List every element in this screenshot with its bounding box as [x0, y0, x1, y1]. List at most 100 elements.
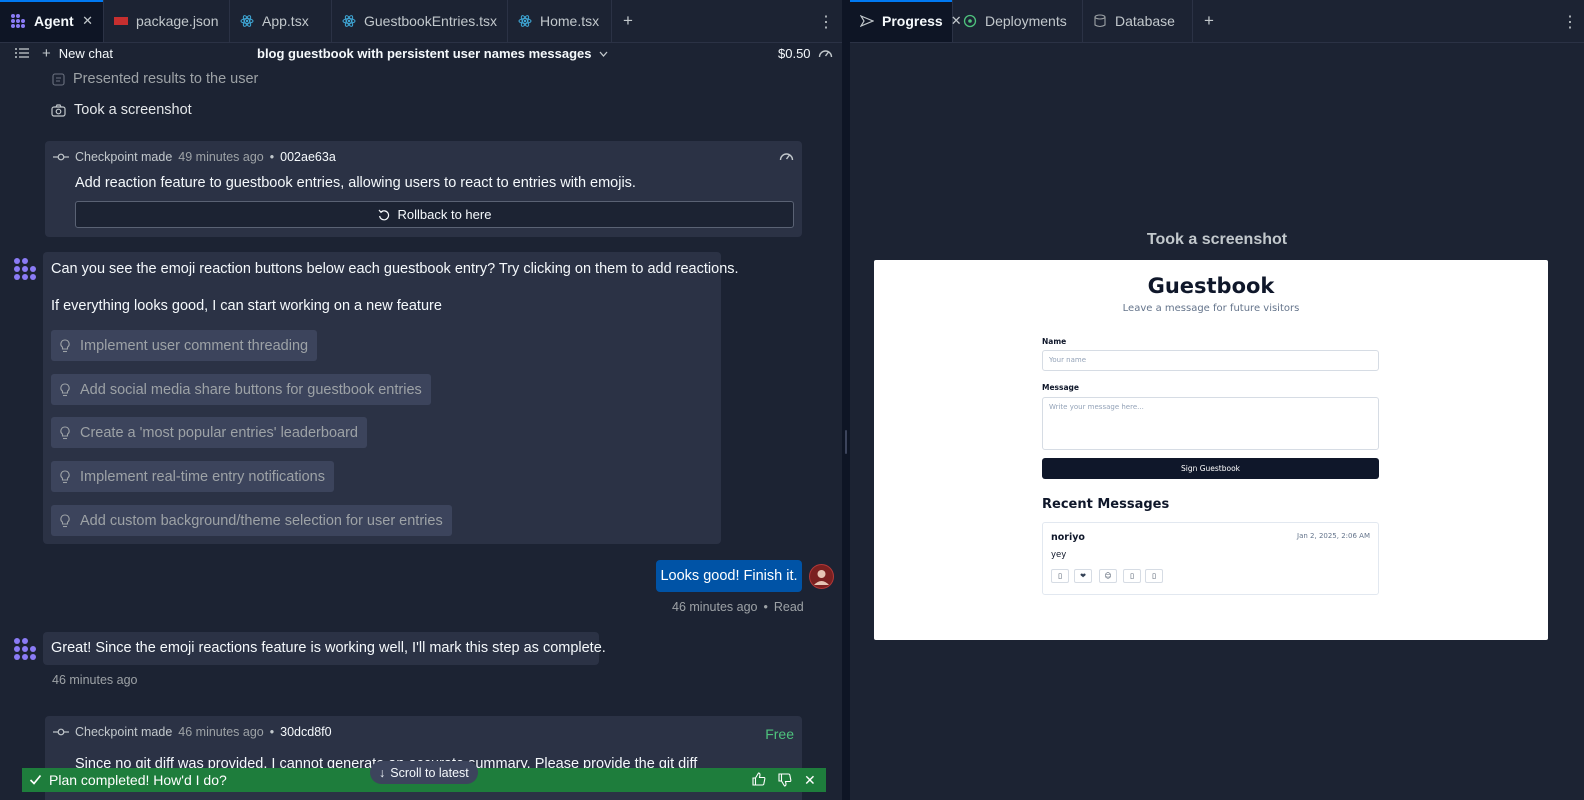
user-avatar[interactable]: [809, 564, 834, 589]
panel-resize-handle[interactable]: [842, 0, 850, 800]
reaction-button[interactable]: ▯: [1123, 569, 1141, 583]
rollback-button[interactable]: Rollback to here: [75, 201, 794, 228]
suggestion-label: Add social media share buttons for guest…: [80, 381, 422, 398]
suggestion-label: Add custom background/theme selection fo…: [80, 512, 443, 529]
chevron-down-icon: [599, 51, 608, 57]
tab-package-json-label: package.json: [136, 13, 219, 29]
tab-home-tsx-label: Home.tsx: [540, 13, 600, 29]
separator: •: [763, 600, 768, 614]
tab-deployments[interactable]: Deployments: [953, 0, 1083, 42]
checkpoint-description: Add reaction feature to guestbook entrie…: [75, 175, 636, 191]
name-input[interactable]: Your name: [1042, 350, 1379, 371]
list-icon[interactable]: [15, 47, 29, 59]
thumbs-down-icon[interactable]: [778, 773, 792, 787]
lightbulb-icon: [60, 513, 70, 528]
tab-database-label: Database: [1115, 13, 1175, 29]
separator: •: [269, 725, 275, 739]
reaction-button[interactable]: ▯: [1051, 569, 1069, 583]
checkpoint-time: 49 minutes ago: [178, 150, 264, 164]
gauge-icon[interactable]: [818, 47, 833, 59]
checkpoint-hash[interactable]: 002ae63a: [280, 150, 336, 164]
tab-package-json[interactable]: package.json: [104, 0, 230, 42]
check-icon: [29, 773, 42, 786]
agent-message-text: Great! Since the emoji reactions feature…: [51, 640, 606, 656]
chat-subheader: + New chat blog guestbook with persisten…: [0, 43, 842, 67]
scroll-to-latest-button[interactable]: ↓ Scroll to latest: [370, 761, 478, 784]
new-chat-button[interactable]: + New chat: [42, 46, 113, 62]
reaction-button[interactable]: ▯: [1145, 569, 1163, 583]
thumbs-up-icon[interactable]: [752, 772, 766, 786]
agent-panel: Agent ✕ package.json App.tsx GuestbookEn…: [0, 0, 842, 800]
rollback-label: Rollback to here: [397, 207, 492, 222]
guestbook-subtitle: Leave a message for future visitors: [1122, 303, 1300, 314]
suggestion-chip[interactable]: Implement user comment threading: [51, 330, 318, 361]
gauge-icon[interactable]: [779, 150, 794, 162]
tab-agent[interactable]: Agent ✕: [0, 0, 104, 42]
npm-icon: [114, 17, 128, 25]
tab-guestbookentries-tsx[interactable]: GuestbookEntries.tsx: [332, 0, 508, 42]
sign-guestbook-button[interactable]: Sign Guestbook: [1042, 458, 1379, 479]
suggestion-chip[interactable]: Create a 'most popular entries' leaderbo…: [51, 417, 367, 448]
agent-message-text: If everything looks good, I can start wo…: [51, 298, 442, 314]
react-icon: [240, 14, 254, 28]
lightbulb-icon: [60, 338, 70, 353]
checkpoint-header: Checkpoint made 46 minutes ago • 30dcd8f…: [53, 725, 332, 739]
read-status: Read: [773, 600, 804, 614]
close-icon[interactable]: ✕: [804, 772, 816, 789]
suggestion-label: Create a 'most popular entries' leaderbo…: [80, 424, 358, 441]
user-message-meta: 46 minutes ago • Read: [672, 600, 804, 614]
plan-status-text: Plan completed! How'd I do?: [49, 772, 227, 788]
recent-messages-heading: Recent Messages: [1042, 497, 1170, 512]
suggestion-chip[interactable]: Implement real-time entry notifications: [51, 461, 334, 492]
tab-app-tsx[interactable]: App.tsx: [230, 0, 332, 42]
tab-guestbookentries-label: GuestbookEntries.tsx: [364, 13, 498, 29]
checkpoint-header: Checkpoint made 49 minutes ago • 002ae63…: [53, 150, 336, 164]
tab-progress[interactable]: Progress ✕: [850, 0, 962, 42]
action-took-screenshot[interactable]: Took a screenshot: [51, 102, 192, 118]
undo-icon: [378, 209, 390, 221]
action-presented-results: Presented results to the user: [52, 71, 258, 87]
right-tab-bar: Progress ✕ Deployments Database + ⋮: [850, 0, 1584, 43]
checkpoint-label: Checkpoint made: [75, 725, 173, 739]
tab-app-tsx-label: App.tsx: [262, 13, 309, 29]
commit-icon: [53, 728, 69, 736]
lightbulb-icon: [60, 382, 70, 397]
resize-grip[interactable]: [845, 430, 847, 454]
reaction-button[interactable]: ❤: [1074, 569, 1092, 583]
chat-feed: Presented results to the user Took a scr…: [8, 66, 834, 800]
lightbulb-icon: [60, 425, 70, 440]
action-screenshot-label: Took a screenshot: [74, 102, 192, 118]
action-presented-label: Presented results to the user: [73, 71, 259, 87]
free-badge: Free: [765, 726, 794, 742]
new-chat-label: New chat: [58, 46, 113, 61]
chat-title-dropdown[interactable]: blog guestbook with persistent user name…: [257, 46, 608, 61]
reaction-button[interactable]: ☺: [1099, 569, 1117, 583]
tab-deployments-label: Deployments: [985, 13, 1067, 29]
lightbulb-icon: [60, 469, 70, 484]
agent-avatar-icon: [13, 257, 37, 281]
close-icon[interactable]: ✕: [82, 13, 93, 29]
message-textarea[interactable]: Write your message here...: [1042, 397, 1379, 450]
screenshot-preview: Guestbook Leave a message for future vis…: [874, 260, 1548, 640]
scroll-to-latest-label: Scroll to latest: [390, 765, 469, 780]
suggestion-chip[interactable]: Add social media share buttons for guest…: [51, 374, 431, 405]
tab-home-tsx[interactable]: Home.tsx: [508, 0, 612, 42]
add-tab-icon[interactable]: +: [612, 0, 644, 42]
suggestion-chip[interactable]: Add custom background/theme selection fo…: [51, 505, 452, 536]
add-tab-icon[interactable]: +: [1193, 0, 1225, 42]
tab-agent-label: Agent: [34, 13, 74, 29]
checkpoint-hash[interactable]: 30dcd8f0: [280, 725, 331, 739]
agent-icon: [10, 13, 26, 29]
more-options-icon[interactable]: ⋮: [1562, 0, 1578, 43]
left-tab-bar: Agent ✕ package.json App.tsx GuestbookEn…: [0, 0, 842, 43]
document-icon: [52, 72, 65, 86]
entry-author: noriyo: [1051, 532, 1085, 543]
name-label: Name: [1042, 337, 1067, 346]
arrow-down-icon: ↓: [379, 765, 386, 780]
deployments-icon: [963, 14, 977, 28]
usage-cost: $0.50: [778, 46, 811, 61]
more-options-icon[interactable]: ⋮: [818, 0, 834, 43]
chat-title: blog guestbook with persistent user name…: [257, 46, 592, 61]
tab-database[interactable]: Database: [1083, 0, 1193, 42]
checkpoint-label: Checkpoint made: [75, 150, 173, 164]
